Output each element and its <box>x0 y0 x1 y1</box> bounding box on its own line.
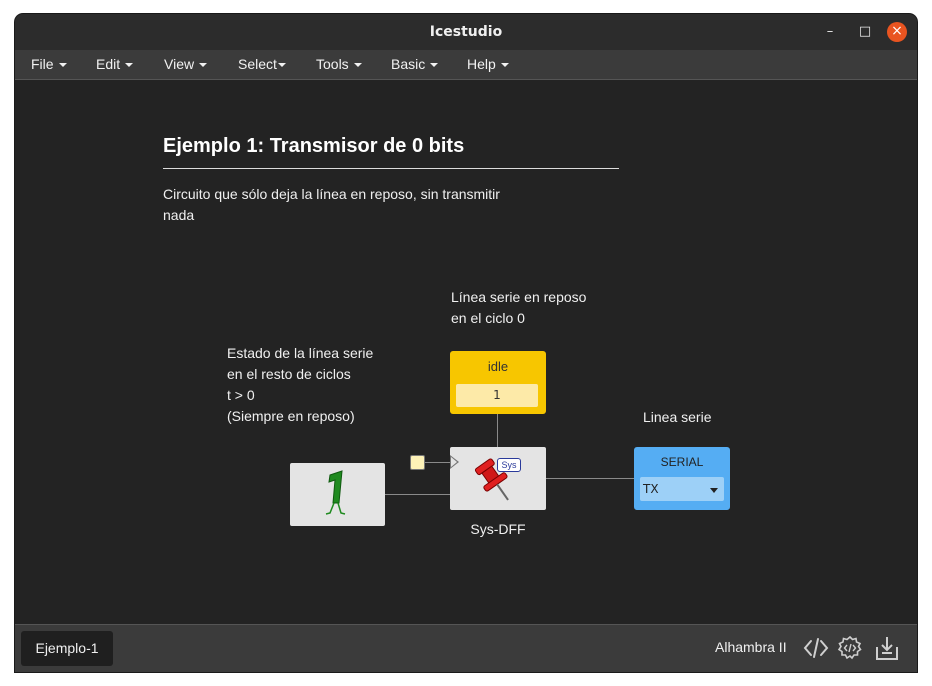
info-heading[interactable]: Ejemplo 1: Transmisor de 0 bits <box>163 135 619 169</box>
pushpin-icon <box>474 458 509 501</box>
info-description[interactable]: Circuito que sólo deja la línea en repos… <box>163 184 500 226</box>
gear-code-icon[interactable] <box>837 635 863 661</box>
sys-badge: Sys <box>497 458 521 472</box>
info-note-state[interactable]: Estado de la línea serie en el resto de … <box>227 343 373 427</box>
menu-file[interactable]: File <box>31 50 67 79</box>
status-bar: Ejemplo-1 Alhambra II <box>15 624 917 672</box>
menu-tools[interactable]: Tools <box>316 50 362 79</box>
dff-block-name: Sys-DFF <box>470 521 526 537</box>
window-title: Icestudio <box>429 24 503 40</box>
chevron-down-icon <box>500 63 509 68</box>
serial-output-block[interactable]: SERIAL TX <box>634 447 730 510</box>
clock-input-port[interactable] <box>410 455 425 470</box>
digit-one-icon <box>325 470 346 515</box>
chevron-down-icon <box>353 63 362 68</box>
chevron-down-icon <box>125 63 134 68</box>
wire-idle-dff[interactable] <box>497 414 498 447</box>
chevron-down-icon <box>430 63 439 68</box>
app-window: Icestudio – □ × File Edit View Select To… <box>15 14 917 672</box>
minimize-icon[interactable]: – <box>820 22 840 42</box>
dropdown-arrow-icon <box>710 488 718 493</box>
menu-view[interactable]: View <box>164 50 208 79</box>
menu-help[interactable]: Help <box>467 50 509 79</box>
const-one-block[interactable] <box>290 463 385 526</box>
chevron-down-icon <box>277 63 286 68</box>
wire-const-dff[interactable] <box>385 494 450 495</box>
info-note-serial[interactable]: Linea serie <box>643 407 712 428</box>
menu-select[interactable]: Select <box>238 50 286 79</box>
sys-dff-block[interactable]: Sys <box>450 447 546 510</box>
close-icon[interactable]: × <box>887 22 907 42</box>
code-icon[interactable] <box>803 635 829 661</box>
serial-pin-select[interactable]: TX <box>640 477 724 501</box>
upload-icon[interactable] <box>874 635 900 661</box>
chevron-down-icon <box>199 63 208 68</box>
info-note-idle[interactable]: Línea serie en reposo en el ciclo 0 <box>451 287 586 329</box>
board-name[interactable]: Alhambra II <box>715 625 787 672</box>
serial-pin-value: TX <box>643 482 659 496</box>
serial-block-label: SERIAL <box>660 455 704 469</box>
chevron-down-icon <box>58 63 67 68</box>
menu-basic[interactable]: Basic <box>391 50 439 79</box>
idle-block-label: idle <box>487 359 509 374</box>
title-bar: Icestudio – □ × <box>15 14 917 50</box>
clock-edge-inner <box>451 457 457 467</box>
design-tab[interactable]: Ejemplo-1 <box>21 631 113 666</box>
idle-constant-block[interactable]: idle 1 <box>450 351 546 414</box>
wire-dff-serial[interactable] <box>546 478 634 479</box>
menu-bar: File Edit View Select Tools Basic Help <box>15 50 917 80</box>
maximize-icon[interactable]: □ <box>855 22 875 42</box>
menu-edit[interactable]: Edit <box>96 50 134 79</box>
idle-value-field[interactable]: 1 <box>456 384 538 407</box>
wire-clk[interactable] <box>424 462 451 463</box>
